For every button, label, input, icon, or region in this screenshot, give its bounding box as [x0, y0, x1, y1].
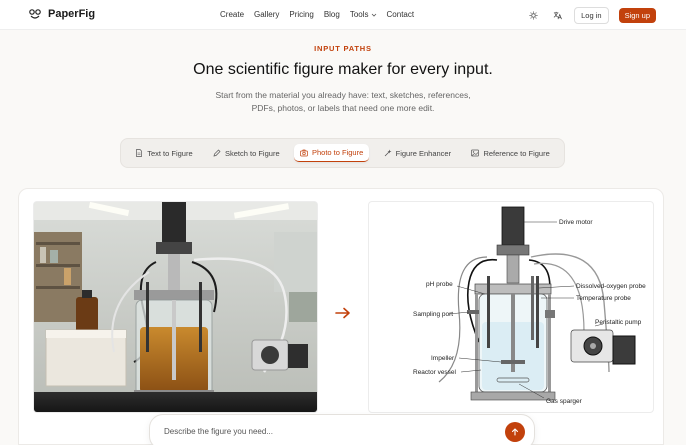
bioreactor-diagram: Drive motor pH probe Dissolved-oxygen pr… — [413, 206, 646, 405]
arrow-up-icon — [511, 428, 519, 436]
nav-link-tools[interactable]: Tools — [350, 10, 377, 19]
page-headline: One scientific figure maker for every in… — [193, 61, 493, 78]
nav-links: Create Gallery Pricing Blog Tools Contac… — [220, 10, 414, 19]
chevron-down-icon — [371, 13, 376, 17]
nav-link-create[interactable]: Create — [220, 10, 244, 19]
top-nav: PaperFig Create Gallery Pricing Blog Too… — [0, 0, 686, 30]
theme-toggle-sun-icon[interactable] — [526, 9, 540, 23]
nav-link-pricing[interactable]: Pricing — [289, 10, 313, 19]
prompt-input[interactable] — [164, 427, 484, 436]
language-translate-icon[interactable] — [550, 9, 564, 23]
input-path-tabs: Text to Figure Sketch to Figure Photo to… — [120, 138, 565, 168]
tab-photo-to-figure[interactable]: Photo to Figure — [293, 144, 370, 162]
diagram-label-reactor-vessel: Reactor vessel — [413, 369, 457, 376]
tab-label: Text to Figure — [147, 148, 193, 158]
nav-link-tools-label: Tools — [349, 10, 369, 19]
login-button[interactable]: Log in — [574, 7, 609, 24]
nav-actions: Log in Sign up — [526, 7, 656, 24]
lab-photo — [34, 202, 317, 412]
diagram-label-impeller: Impeller — [431, 355, 455, 362]
tab-label: Sketch to Figure — [225, 148, 280, 158]
pencil-icon — [213, 149, 221, 157]
tab-label: Reference to Figure — [483, 148, 550, 158]
tab-label: Figure Enhancer — [395, 148, 452, 158]
section-eyebrow: INPUT PATHS — [314, 44, 372, 53]
brand[interactable]: PaperFig — [28, 7, 95, 21]
camera-icon — [300, 149, 308, 156]
output-figure: Drive motor pH probe Dissolved-oxygen pr… — [368, 201, 654, 413]
arrow-right-icon — [335, 307, 350, 319]
nav-link-contact[interactable]: Contact — [387, 10, 415, 19]
diagram-label-drive-motor: Drive motor — [559, 219, 593, 226]
brand-name: PaperFig — [48, 8, 96, 20]
send-button[interactable] — [505, 422, 525, 442]
tab-label: Photo to Figure — [311, 148, 364, 157]
diagram-label-sampling-port: Sampling port — [413, 311, 453, 318]
diagram-label-gas-sparger: Gas sparger — [546, 398, 583, 405]
sparkle-icon — [384, 149, 392, 157]
input-photo — [33, 201, 318, 413]
tab-reference-to-figure[interactable]: Reference to Figure — [465, 145, 555, 162]
diagram-label-ph-probe: pH probe — [426, 281, 453, 288]
page-subline: Start from the material you already have… — [215, 90, 471, 113]
nav-link-gallery[interactable]: Gallery — [254, 10, 279, 19]
tab-figure-enhancer[interactable]: Figure Enhancer — [378, 145, 457, 162]
diagram-label-peristaltic-pump: Peristaltic pump — [595, 319, 642, 326]
image-icon — [471, 149, 480, 157]
nav-link-blog[interactable]: Blog — [324, 10, 340, 19]
brand-logo-icon — [29, 9, 41, 19]
tab-text-to-figure[interactable]: Text to Figure — [129, 145, 198, 162]
diagram-label-temp-probe: Temperature probe — [576, 295, 631, 302]
document-icon — [136, 149, 143, 157]
example-card: Drive motor pH probe Dissolved-oxygen pr… — [18, 188, 664, 445]
prompt-bar — [149, 414, 535, 445]
signup-button[interactable]: Sign up — [618, 8, 656, 23]
tab-sketch-to-figure[interactable]: Sketch to Figure — [207, 145, 286, 162]
diagram-label-do-probe: Dissolved-oxygen probe — [576, 283, 646, 290]
